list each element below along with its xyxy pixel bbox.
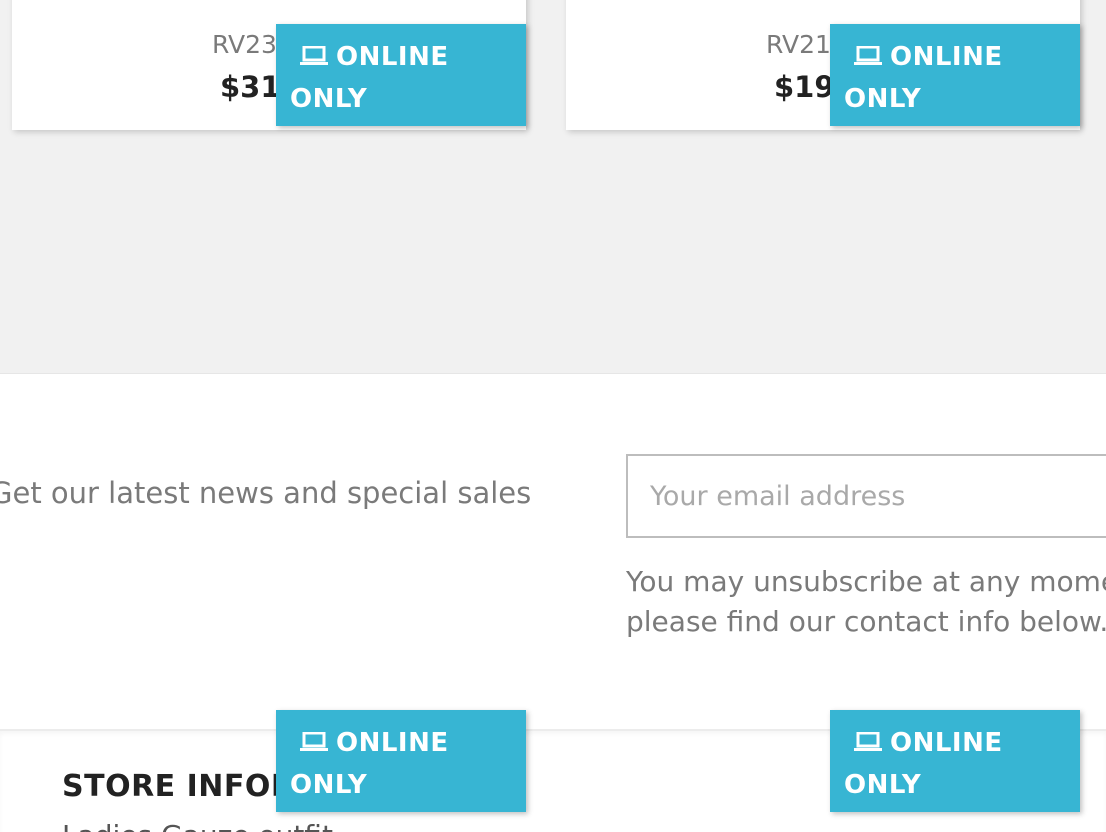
laptop-icon (854, 731, 882, 751)
online-only-flag: ONLINE ONLY (830, 24, 1080, 126)
flag-text-only: ONLY (290, 84, 368, 114)
online-only-flag: ONLINE ONLY (830, 710, 1080, 812)
store-info-heading: STORE INFOR (62, 769, 295, 804)
flag-text-only: ONLY (844, 770, 922, 800)
laptop-icon (854, 45, 882, 65)
email-input[interactable] (626, 454, 1106, 538)
online-only-flag: ONLINE ONLY (276, 24, 526, 126)
flag-text-only: ONLY (844, 84, 922, 114)
flag-text-online: ONLINE (336, 728, 449, 758)
unsubscribe-line: You may unsubscribe at any mome (626, 565, 1106, 598)
flag-text-online: ONLINE (890, 42, 1003, 72)
unsubscribe-line: please find our contact info below. (626, 605, 1106, 638)
flag-text-only: ONLY (290, 770, 368, 800)
newsletter-text: Get our latest news and special sales (0, 476, 532, 510)
laptop-icon (300, 731, 328, 751)
product-reference: RV23 (212, 30, 277, 59)
store-info-text: Ladies Gauze outfit (62, 819, 333, 832)
flag-text-online: ONLINE (890, 728, 1003, 758)
unsubscribe-note: You may unsubscribe at any mome please f… (626, 562, 1106, 642)
newsletter-section: Get our latest news and special sales Yo… (0, 374, 1106, 729)
laptop-icon (300, 45, 328, 65)
flag-text-online: ONLINE (336, 42, 449, 72)
page: RV23 $31. RV21 $19. ONLINE ONLY ONLINE O… (0, 0, 1106, 832)
online-only-flag: ONLINE ONLY (276, 710, 526, 812)
product-reference: RV21 (766, 30, 831, 59)
